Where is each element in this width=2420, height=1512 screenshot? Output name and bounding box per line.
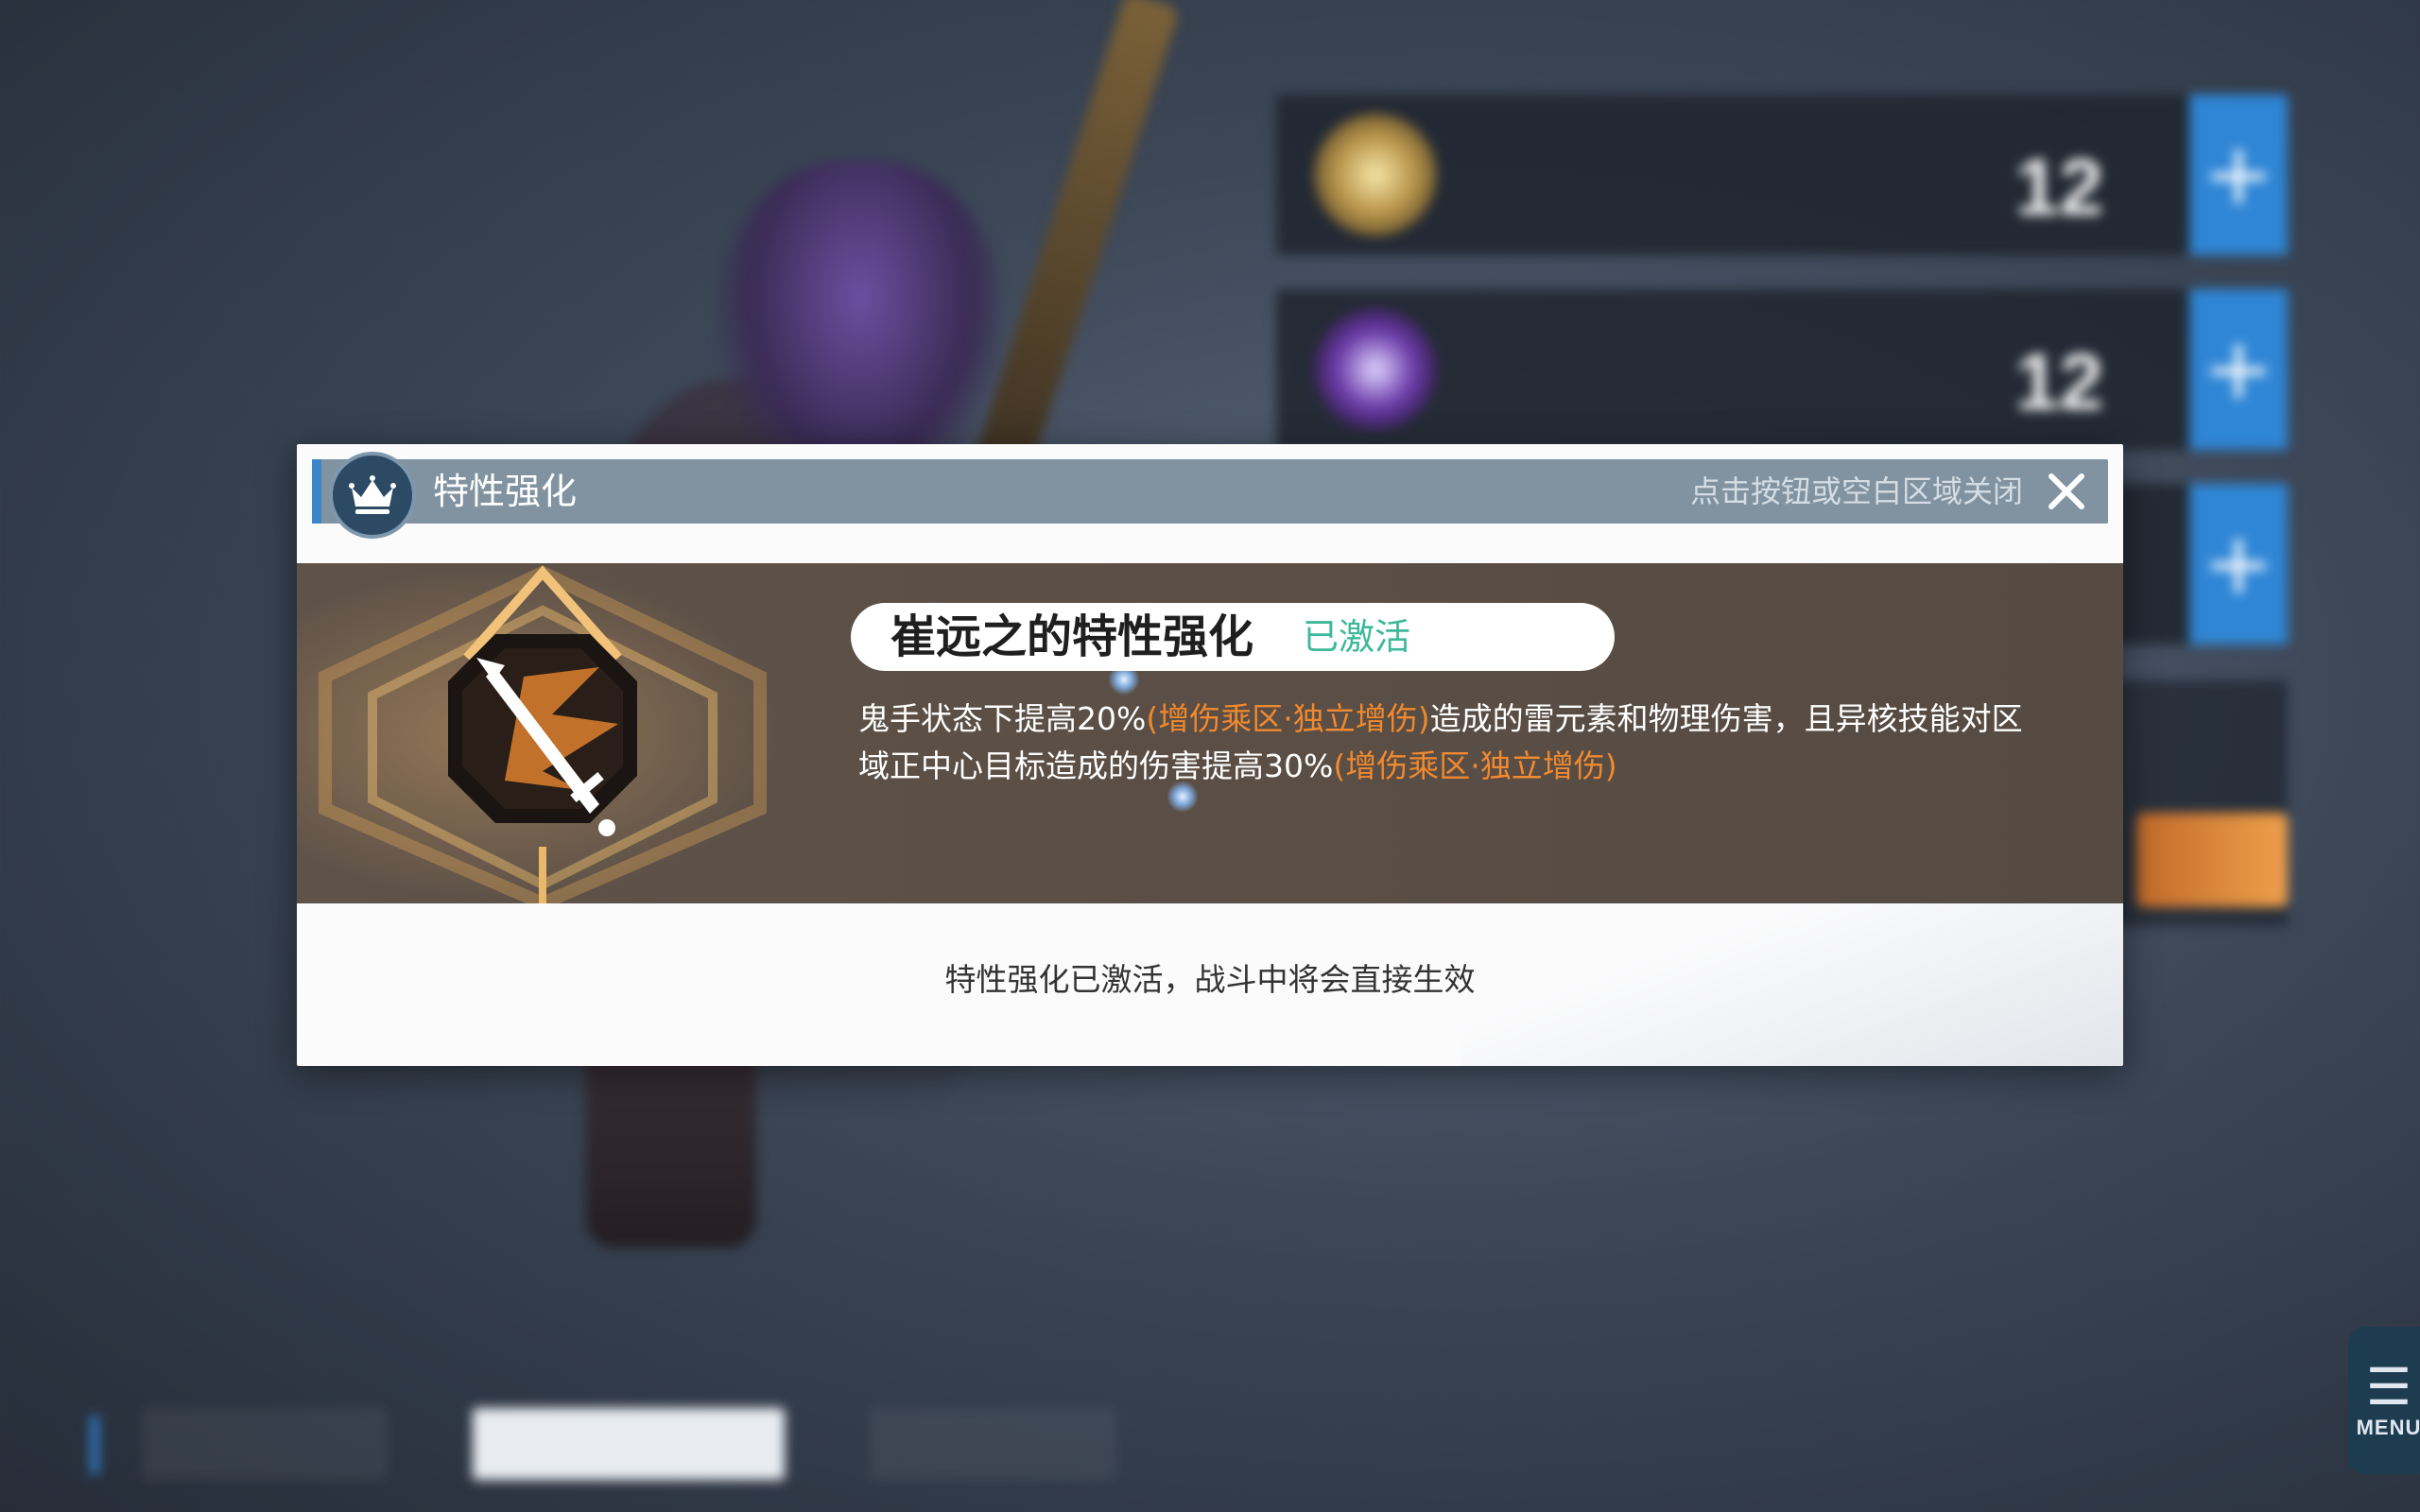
bottom-nav [0, 1389, 2420, 1493]
skill-icon [1314, 113, 1437, 236]
skill-row: 12 + [1276, 94, 2288, 255]
dialog-title: 特性强化 [433, 471, 578, 512]
character-weapon [962, 0, 1181, 512]
upgrade-skill-button[interactable]: + [2189, 289, 2288, 450]
close-hint: 点击按钮或空白区域关闭 [1689, 473, 2023, 509]
skill-row: 12 + [1276, 289, 2288, 450]
nav-tab-info[interactable] [142, 1408, 388, 1480]
nav-tab-battle[interactable] [473, 1408, 785, 1480]
desc-highlight: (增伤乘区·独立增伤) [1146, 700, 1430, 737]
nav-indicator [91, 1416, 98, 1474]
close-button[interactable] [2040, 465, 2093, 518]
trait-description: 鬼手状态下提高20%(增伤乘区·独立增伤)造成的雷元素和物理伤害，且异核技能对区… [858, 696, 2040, 790]
crown-icon [329, 452, 416, 539]
emblem-icon [2136, 813, 2288, 907]
footer-note: 特性强化已激活，战斗中将会直接生效 [944, 961, 1476, 998]
desc-highlight: (增伤乘区·独立增伤) [1333, 747, 1617, 784]
trait-banner: 崔远之的特性强化 已激活 鬼手状态下提高20%(增伤乘区·独立增伤)造成的雷元素… [297, 563, 2123, 903]
header-accent [312, 459, 321, 524]
dialog-header: 特性强化 点击按钮或空白区域关闭 [312, 452, 2108, 539]
nav-tab-core[interactable] [870, 1408, 1115, 1480]
upgrade-skill-button[interactable]: + [2189, 484, 2288, 644]
skill-level: 12 [2014, 337, 2103, 426]
desc-text: 鬼手状态下提高20% [858, 700, 1147, 737]
hamburger-icon: ☰ [2365, 1357, 2412, 1417]
trait-title-pill: 崔远之的特性强化 已激活 [851, 603, 1615, 671]
trait-name: 崔远之的特性强化 [890, 610, 1254, 663]
sword-emblem-icon [319, 565, 767, 903]
upgrade-skill-button[interactable]: + [2189, 94, 2288, 255]
menu-button[interactable]: ☰ MENU [2348, 1327, 2420, 1474]
menu-label: MENU [2356, 1416, 2420, 1439]
trait-status: 已激活 [1303, 616, 1411, 658]
skill-level: 12 [2014, 143, 2103, 232]
trait-enhancement-dialog: 特性强化 点击按钮或空白区域关闭 崔远之的特性强化 已激活 鬼手状态下提高20%… [297, 444, 2123, 1066]
skill-icon [1314, 308, 1437, 431]
close-icon [2048, 473, 2084, 509]
